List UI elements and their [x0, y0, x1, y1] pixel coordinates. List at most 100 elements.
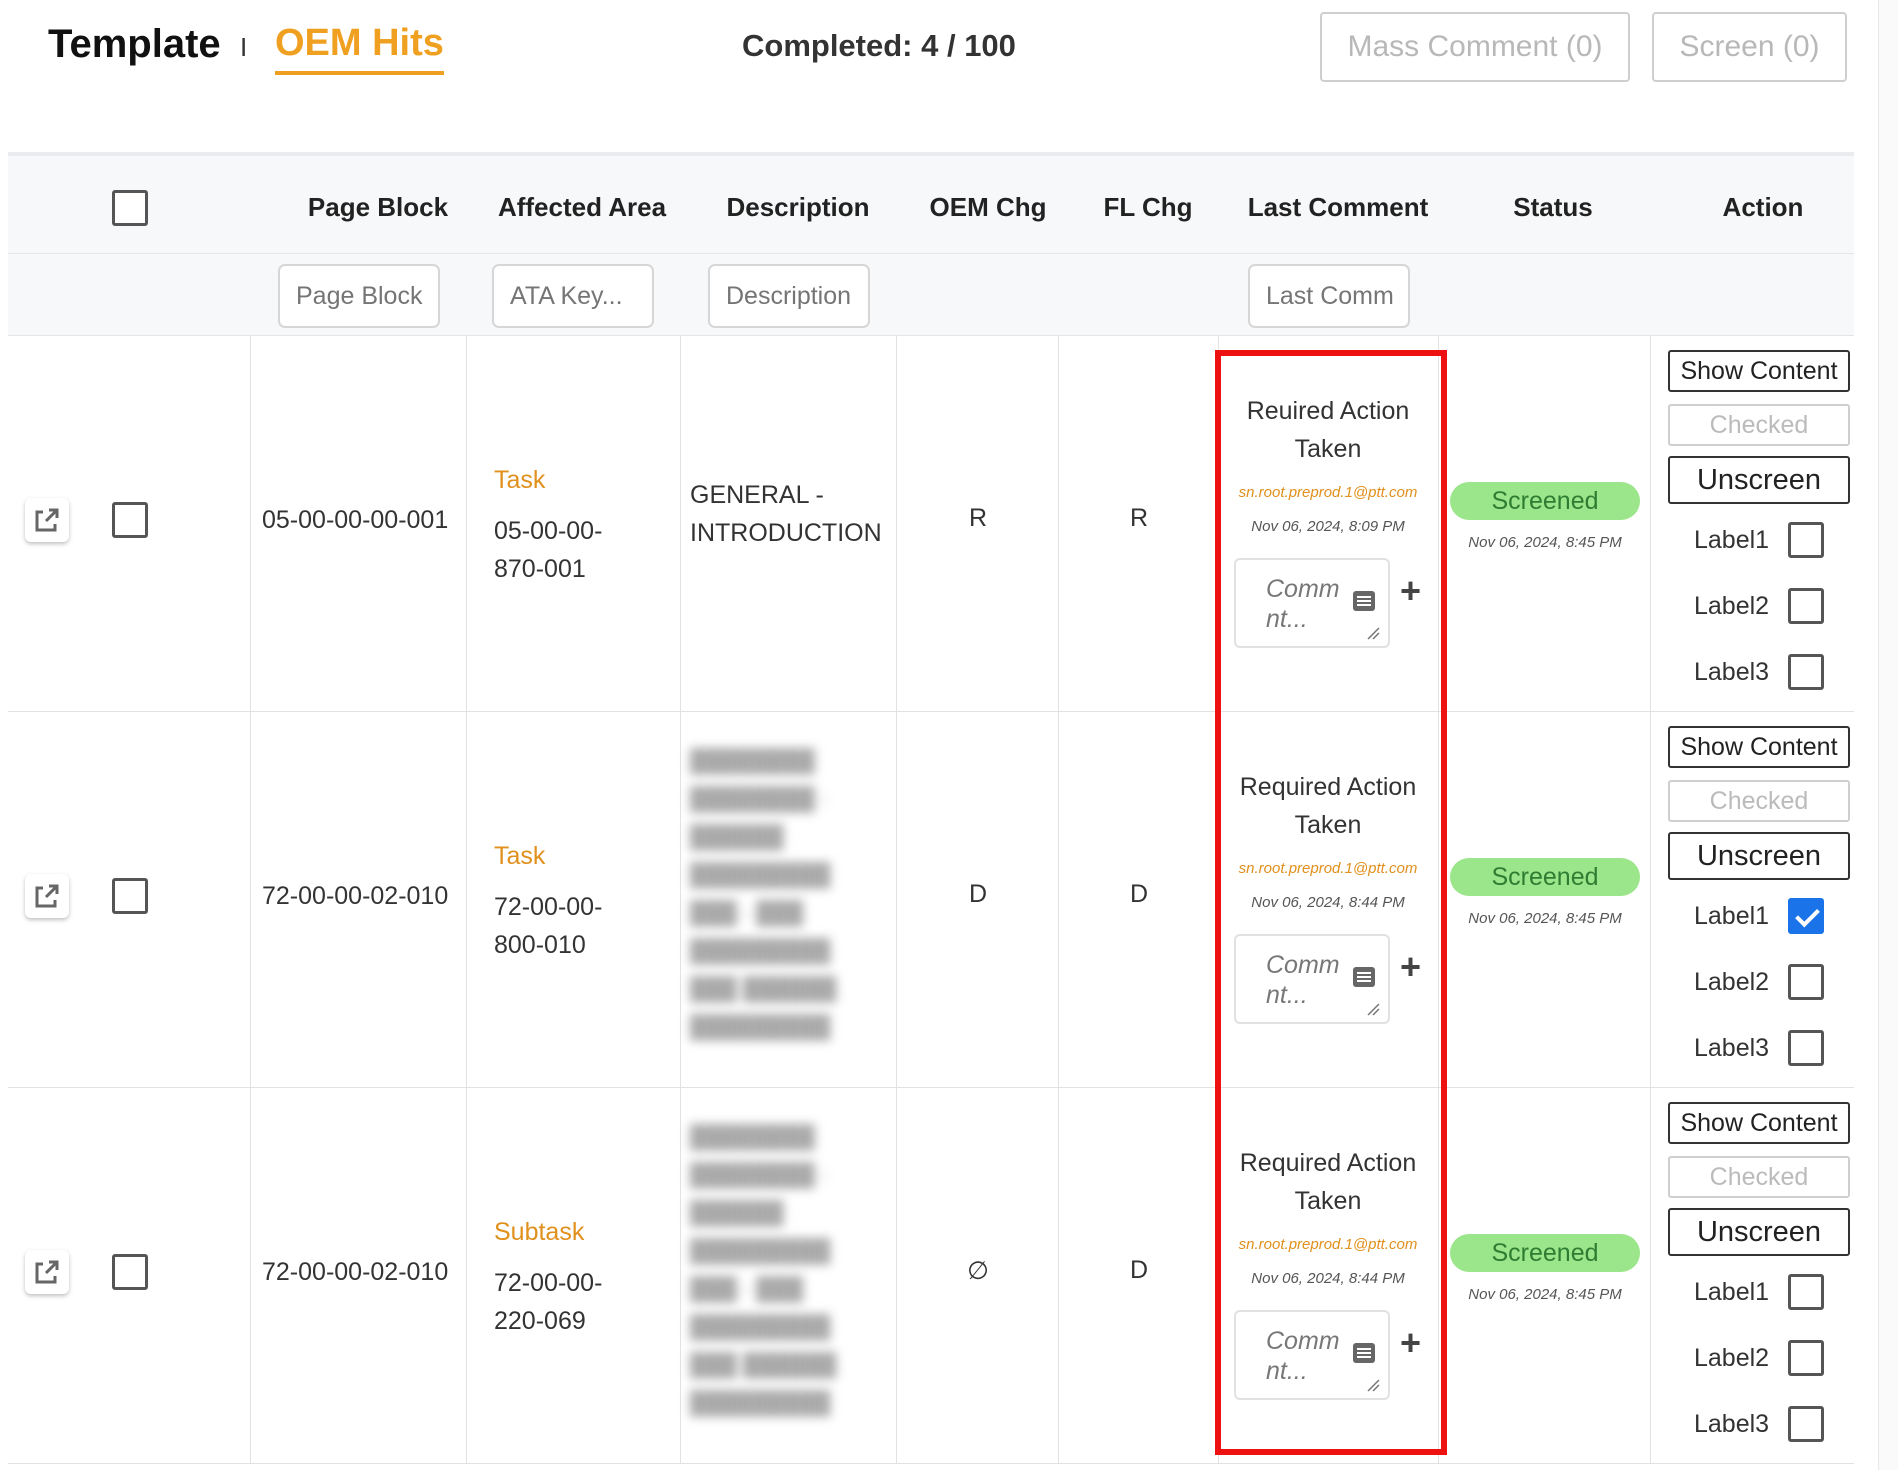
label3-text: Label3: [1694, 1410, 1770, 1438]
area-code-line2: 800-010: [494, 931, 586, 959]
label2-checkbox[interactable]: [1788, 964, 1824, 1000]
comment-input[interactable]: Comm nt...: [1234, 934, 1390, 1024]
page-block-value: 72-00-00-02-010: [262, 1258, 449, 1286]
status-date: Nov 06, 2024, 8:45 PM: [1468, 1286, 1622, 1303]
row-checkbox[interactable]: [112, 502, 148, 538]
mass-comment-button[interactable]: Mass Comment (0): [1320, 12, 1630, 82]
comment-date: Nov 06, 2024, 8:09 PM: [1251, 518, 1405, 535]
show-content-button[interactable]: Show Content: [1668, 350, 1850, 392]
page-header: Template I OEM Hits Completed: 4 / 100 M…: [0, 0, 1898, 100]
status-badge: Screened: [1450, 858, 1640, 896]
resize-handle-icon: [1367, 627, 1380, 640]
fl-chg-value: R: [1129, 504, 1149, 532]
list-icon: [1353, 1343, 1375, 1363]
checked-button[interactable]: Checked: [1668, 1156, 1850, 1198]
description-redacted: ████████ ████████ - ██████ █████████ ███ - █…: [690, 748, 837, 1039]
unscreen-button[interactable]: Unscreen: [1668, 456, 1850, 504]
scrollbar-track[interactable]: [1878, 0, 1898, 1470]
tab-oem-hits[interactable]: OEM Hits: [275, 22, 444, 75]
label1-checkbox[interactable]: [1788, 898, 1824, 934]
last-comment-line1: Required Action: [1239, 1149, 1417, 1177]
checked-button[interactable]: Checked: [1668, 780, 1850, 822]
comment-user: sn.root.preprod.1@ptt.com: [1238, 1236, 1418, 1253]
ata-key-filter[interactable]: [492, 264, 654, 328]
unscreen-button[interactable]: Unscreen: [1668, 832, 1850, 880]
select-all-checkbox[interactable]: [112, 190, 148, 226]
open-link-icon[interactable]: [25, 498, 69, 542]
label1-checkbox[interactable]: [1788, 522, 1824, 558]
last-comment-line2: Taken: [1294, 435, 1362, 463]
add-comment-icon[interactable]: +: [1400, 1322, 1421, 1364]
filter-row: [8, 254, 1854, 336]
last-comment-line2: Taken: [1294, 1187, 1362, 1215]
page-title: Template: [48, 22, 221, 66]
area-code-line1: 72-00-00-: [494, 1269, 603, 1297]
label2-text: Label2: [1694, 1344, 1770, 1372]
last-comment-line1: Required Action: [1239, 773, 1417, 801]
list-icon: [1353, 591, 1375, 611]
row-checkbox[interactable]: [112, 1254, 148, 1290]
oem-chg-value: ∅: [967, 1257, 989, 1285]
last-comment-filter[interactable]: [1248, 264, 1410, 328]
col-oem-chg[interactable]: OEM Chg: [898, 192, 1078, 223]
label1-text: Label1: [1694, 902, 1770, 930]
comment-placeholder: Comm nt...: [1266, 575, 1340, 633]
checked-button[interactable]: Checked: [1668, 404, 1850, 446]
fl-chg-value: D: [1129, 880, 1149, 908]
last-comment-line2: Taken: [1294, 811, 1362, 839]
label3-checkbox[interactable]: [1788, 1406, 1824, 1442]
table-row: 05-00-00-00-001 Task 05-00-00- 870-001 G…: [8, 336, 1854, 712]
label3-checkbox[interactable]: [1788, 654, 1824, 690]
add-comment-icon[interactable]: +: [1400, 570, 1421, 612]
label2-checkbox[interactable]: [1788, 1340, 1824, 1376]
comment-date: Nov 06, 2024, 8:44 PM: [1251, 1270, 1405, 1287]
status-badge: Screened: [1450, 482, 1640, 520]
table-header: Page Block Affected Area Description OEM…: [8, 152, 1854, 254]
area-type-link[interactable]: Task: [494, 466, 545, 495]
add-comment-icon[interactable]: +: [1400, 946, 1421, 988]
open-link-icon[interactable]: [25, 1250, 69, 1294]
label3-text: Label3: [1694, 1034, 1770, 1062]
area-code-line1: 05-00-00-: [494, 517, 603, 545]
label2-checkbox[interactable]: [1788, 588, 1824, 624]
comment-placeholder: Comm nt...: [1266, 1327, 1340, 1385]
col-description[interactable]: Description: [698, 192, 898, 223]
comment-date: Nov 06, 2024, 8:44 PM: [1251, 894, 1405, 911]
area-code-line2: 220-069: [494, 1307, 586, 1335]
fl-chg-value: D: [1129, 1256, 1149, 1284]
page-block-filter[interactable]: [278, 264, 440, 328]
comment-placeholder: Comm nt...: [1266, 951, 1340, 1009]
description-filter[interactable]: [708, 264, 870, 328]
comment-input[interactable]: Comm nt...: [1234, 1310, 1390, 1400]
label2-text: Label2: [1694, 968, 1770, 996]
area-code-line1: 72-00-00-: [494, 893, 603, 921]
row-checkbox[interactable]: [112, 878, 148, 914]
show-content-button[interactable]: Show Content: [1668, 1102, 1850, 1144]
comment-user: sn.root.preprod.1@ptt.com: [1238, 484, 1418, 501]
col-fl-chg[interactable]: FL Chg: [1068, 192, 1228, 223]
area-type-link[interactable]: Subtask: [494, 1218, 584, 1247]
status-badge: Screened: [1450, 1234, 1640, 1272]
last-comment-line1: Reuired Action: [1246, 397, 1410, 425]
status-date: Nov 06, 2024, 8:45 PM: [1468, 910, 1622, 927]
label2-text: Label2: [1694, 592, 1770, 620]
comment-input[interactable]: Comm nt...: [1234, 558, 1390, 648]
description-line1: GENERAL -: [690, 481, 824, 509]
unscreen-button[interactable]: Unscreen: [1668, 1208, 1850, 1256]
screen-button[interactable]: Screen (0): [1652, 12, 1847, 82]
col-status[interactable]: Status: [1458, 192, 1648, 223]
show-content-button[interactable]: Show Content: [1668, 726, 1850, 768]
col-affected-area[interactable]: Affected Area: [482, 192, 682, 223]
area-type-link[interactable]: Task: [494, 842, 545, 871]
col-page-block[interactable]: Page Block: [278, 192, 478, 223]
label1-checkbox[interactable]: [1788, 1274, 1824, 1310]
col-action: Action: [1722, 192, 1804, 222]
comment-user: sn.root.preprod.1@ptt.com: [1238, 860, 1418, 877]
table-row: 72-00-00-02-010 Task 72-00-00- 800-010 █…: [8, 712, 1854, 1088]
oem-hits-table: Page Block Affected Area Description OEM…: [8, 152, 1854, 1470]
col-last-comment[interactable]: Last Comment: [1228, 192, 1448, 223]
open-link-icon[interactable]: [25, 874, 69, 918]
description-redacted: ████████ ████████ - ██████ █████████ ███ - █…: [690, 1124, 837, 1415]
label3-checkbox[interactable]: [1788, 1030, 1824, 1066]
status-date: Nov 06, 2024, 8:45 PM: [1468, 534, 1622, 551]
